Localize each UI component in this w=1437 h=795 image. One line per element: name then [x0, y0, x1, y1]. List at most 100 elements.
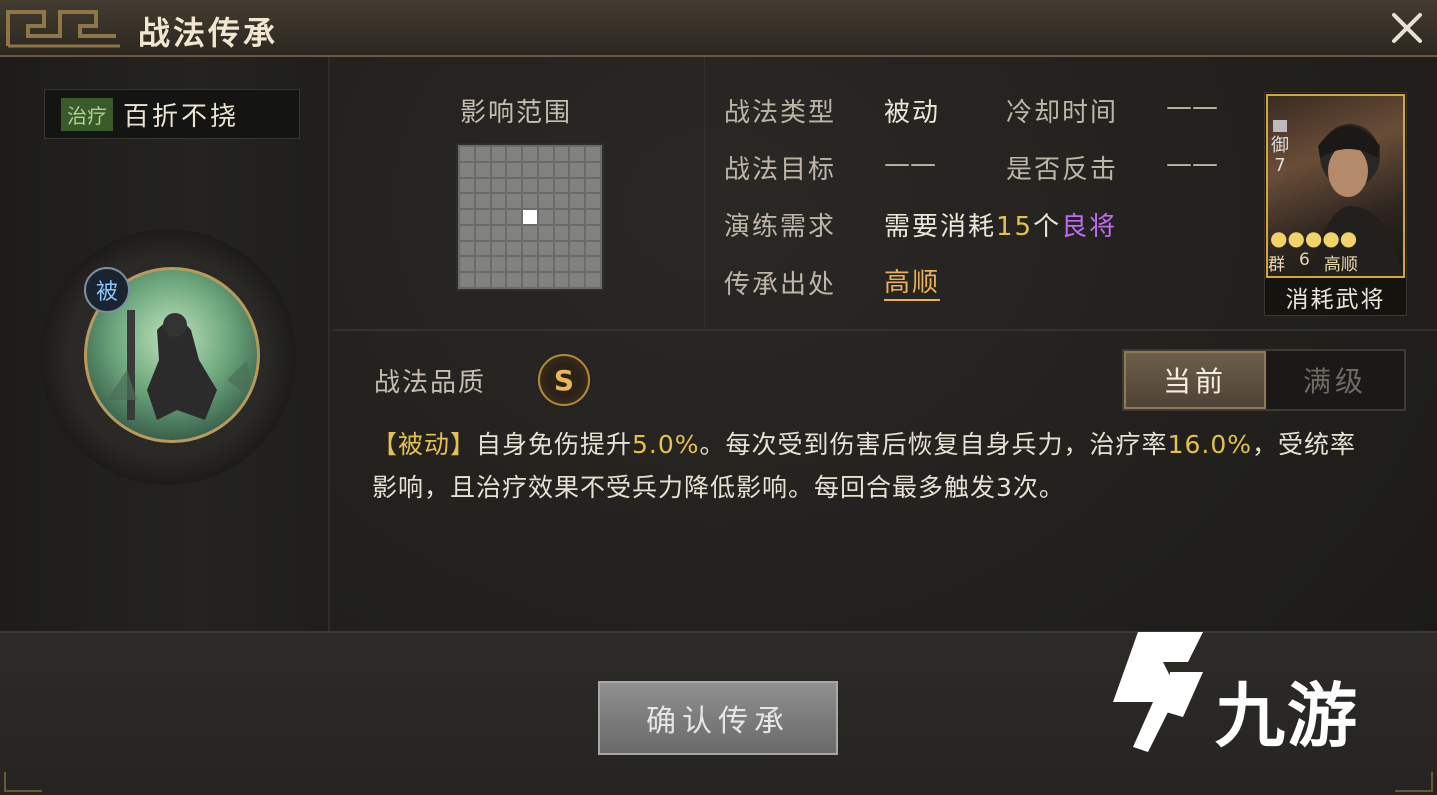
range-cell [554, 257, 569, 272]
range-cell [523, 210, 537, 224]
range-cell [475, 257, 490, 272]
range-cell [570, 210, 585, 224]
practice-label: 演练需求 [724, 212, 837, 242]
range-cell [475, 210, 490, 224]
range-cell [523, 162, 537, 177]
range-cell [475, 162, 490, 177]
window-title: 战法传承 [138, 14, 279, 52]
range-cell [507, 241, 522, 256]
range-cell [475, 147, 490, 161]
counter-value: —— [1166, 149, 1218, 179]
range-cell [554, 225, 569, 240]
range-cell [586, 147, 600, 161]
hero-name: 高顺 [1323, 255, 1358, 275]
range-cell [586, 194, 600, 209]
skill-name-box: 治疗 百折不挠 [44, 89, 300, 139]
range-cell [523, 225, 537, 240]
range-cell [491, 194, 506, 209]
quality-label: 战法品质 [374, 368, 487, 398]
range-cell [491, 225, 506, 240]
range-cell [554, 162, 569, 177]
range-cell [586, 162, 600, 177]
range-cell [523, 194, 537, 209]
range-cell [554, 194, 569, 209]
tab-max-level[interactable]: 满级 [1266, 351, 1404, 409]
ornament-icon [6, 10, 120, 48]
hero-faction: 群 [1268, 255, 1285, 275]
range-cell [507, 147, 522, 161]
range-cell [475, 178, 490, 193]
range-cell [491, 273, 506, 287]
practice-count: 15 [996, 212, 1034, 242]
range-cell [460, 162, 474, 177]
range-cell [491, 147, 506, 161]
desc-tag: 【被动】 [372, 430, 477, 459]
range-cell [460, 194, 474, 209]
range-cell [460, 241, 474, 256]
frame-corner [1395, 772, 1433, 792]
range-cell [491, 241, 506, 256]
range-cell [586, 273, 600, 287]
range-cell [554, 147, 569, 161]
range-cell [475, 194, 490, 209]
range-cell [507, 273, 522, 287]
range-cell [586, 178, 600, 193]
range-cell [570, 162, 585, 177]
type-value: 被动 [884, 98, 941, 128]
range-cell [491, 210, 506, 224]
range-cell [586, 257, 600, 272]
hero-footer: 群 6 高顺 [1268, 250, 1358, 275]
hero-rank: 御 7 [1270, 120, 1290, 176]
close-icon[interactable] [1387, 8, 1427, 48]
range-cell [538, 210, 553, 224]
range-cell [554, 273, 569, 287]
range-cell [507, 178, 522, 193]
range-cell [586, 210, 600, 224]
desc-value-2: 16.0% [1167, 430, 1252, 459]
desc-text-2: 。每次受到伤害后恢复自身兵力，治疗率 [699, 430, 1168, 459]
range-cell [570, 257, 585, 272]
practice-requirement: 需要消耗15个良将 [884, 206, 1117, 243]
range-cell [460, 273, 474, 287]
range-cell [507, 210, 522, 224]
range-cell [538, 178, 553, 193]
range-cell [491, 257, 506, 272]
heal-tag: 治疗 [61, 97, 113, 131]
range-cell [538, 162, 553, 177]
quality-grade-badge: S [538, 354, 590, 406]
range-cell [570, 147, 585, 161]
range-cell [586, 225, 600, 240]
hero-stars: ●●●●● [1270, 226, 1358, 250]
confirm-inherit-button[interactable]: 确认传承 [598, 681, 838, 755]
range-cell [507, 162, 522, 177]
origin-link[interactable]: 高顺 [884, 262, 941, 301]
skill-name: 百折不挠 [123, 101, 240, 132]
hero-caption: 消耗武将 [1285, 287, 1386, 313]
range-cell [460, 210, 474, 224]
range-cell [538, 147, 553, 161]
range-label: 影响范围 [460, 98, 573, 128]
range-cell [491, 178, 506, 193]
origin-label: 传承出处 [724, 270, 837, 300]
range-cell [507, 257, 522, 272]
range-cell [523, 257, 537, 272]
range-cell [554, 241, 569, 256]
skill-description: 【被动】自身免伤提升5.0%。每次受到伤害后恢复自身兵力，治疗率16.0%，受统… [372, 423, 1362, 509]
hero-rank-glyph: 御 [1271, 135, 1289, 156]
cooldown-label: 冷却时间 [1006, 98, 1119, 128]
range-cell [460, 225, 474, 240]
title-bar: 战法传承 [0, 0, 1437, 57]
type-label: 战法类型 [724, 98, 837, 128]
range-cell [475, 273, 490, 287]
range-cell [460, 147, 474, 161]
practice-prefix: 需要消耗 [884, 212, 997, 242]
range-cell [586, 241, 600, 256]
range-cell [507, 225, 522, 240]
cooldown-value: —— [1166, 92, 1218, 122]
range-cell [523, 241, 537, 256]
level-tabs: 当前 满级 [1122, 349, 1406, 411]
range-grid [456, 143, 604, 291]
desc-value-1: 5.0% [632, 430, 700, 459]
tab-current[interactable]: 当前 [1124, 351, 1266, 409]
range-cell [460, 178, 474, 193]
